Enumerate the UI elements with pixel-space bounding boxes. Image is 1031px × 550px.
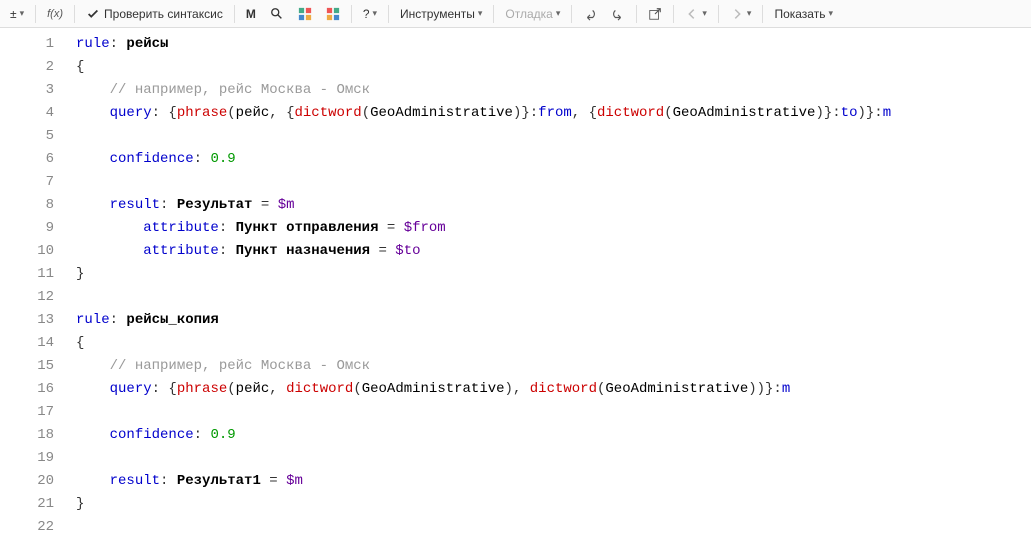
line-number: 20 — [0, 470, 54, 493]
plus-minus-button[interactable]: ±▾ — [4, 3, 30, 25]
line-number: 16 — [0, 378, 54, 401]
code-line[interactable]: } — [76, 493, 1031, 516]
separator — [762, 5, 763, 23]
separator — [388, 5, 389, 23]
grid-color-button-1[interactable] — [292, 3, 318, 25]
code-line[interactable] — [76, 125, 1031, 148]
code-line[interactable]: attribute: Пункт отправления = $from — [76, 217, 1031, 240]
show-label: Показать — [774, 7, 825, 21]
separator — [571, 5, 572, 23]
help-button[interactable]: ?▾ — [357, 3, 383, 25]
show-button[interactable]: Показать▾ — [768, 3, 839, 25]
plus-minus-icon: ± — [10, 7, 17, 21]
line-number: 9 — [0, 217, 54, 240]
code-line[interactable]: confidence: 0.9 — [76, 148, 1031, 171]
code-line[interactable]: } — [76, 263, 1031, 286]
line-number: 19 — [0, 447, 54, 470]
line-number: 4 — [0, 102, 54, 125]
undo-icon — [583, 7, 597, 21]
chevron-down-icon: ▾ — [478, 8, 483, 19]
line-number: 7 — [0, 171, 54, 194]
chevron-down-icon: ▾ — [20, 8, 25, 19]
code-line[interactable]: result: Результат = $m — [76, 194, 1031, 217]
line-number: 18 — [0, 424, 54, 447]
code-line[interactable] — [76, 286, 1031, 309]
separator — [234, 5, 235, 23]
undo-button[interactable] — [577, 3, 603, 25]
debug-label: Отладка — [505, 7, 552, 21]
toolbar: ±▾ f(x) Проверить синтаксис M ?▾ Инструм… — [0, 0, 1031, 28]
separator — [493, 5, 494, 23]
code-line[interactable]: query: {phrase(рейс, {dictword(GeoAdmini… — [76, 102, 1031, 125]
code-line[interactable] — [76, 171, 1031, 194]
check-syntax-button[interactable]: Проверить синтаксис — [80, 3, 229, 25]
code-line[interactable]: query: {phrase(рейс, dictword(GeoAdminis… — [76, 378, 1031, 401]
chevron-down-icon: ▾ — [373, 8, 378, 19]
separator — [74, 5, 75, 23]
line-number: 5 — [0, 125, 54, 148]
chevron-down-icon: ▾ — [556, 8, 561, 19]
grid-icon — [298, 7, 312, 21]
code-line[interactable]: confidence: 0.9 — [76, 424, 1031, 447]
grid-color-button-2[interactable] — [320, 3, 346, 25]
back-button[interactable]: ▾ — [679, 3, 713, 25]
search-icon — [270, 7, 284, 21]
separator — [636, 5, 637, 23]
line-number: 11 — [0, 263, 54, 286]
arrow-right-icon — [730, 7, 744, 21]
line-number: 12 — [0, 286, 54, 309]
code-line[interactable]: { — [76, 332, 1031, 355]
fx-button[interactable]: f(x) — [41, 3, 69, 25]
code-line[interactable]: // например, рейс Москва - Омск — [76, 355, 1031, 378]
code-line[interactable]: result: Результат1 = $m — [76, 470, 1031, 493]
line-gutter: 12345678910111213141516171819202122 — [0, 28, 72, 550]
line-number: 17 — [0, 401, 54, 424]
line-number: 2 — [0, 56, 54, 79]
separator — [718, 5, 719, 23]
code-line[interactable]: { — [76, 56, 1031, 79]
chevron-down-icon: ▾ — [747, 8, 752, 19]
instruments-button[interactable]: Инструменты▾ — [394, 3, 488, 25]
redo-button[interactable] — [605, 3, 631, 25]
code-line[interactable] — [76, 516, 1031, 539]
external-button[interactable] — [642, 3, 668, 25]
m-button[interactable]: M — [240, 3, 262, 25]
code-editor[interactable]: 12345678910111213141516171819202122 rule… — [0, 28, 1031, 550]
line-number: 15 — [0, 355, 54, 378]
debug-button[interactable]: Отладка ▾ — [499, 3, 566, 25]
fx-icon: f(x) — [47, 8, 63, 20]
code-line[interactable] — [76, 401, 1031, 424]
line-number: 8 — [0, 194, 54, 217]
separator — [673, 5, 674, 23]
line-number: 14 — [0, 332, 54, 355]
forward-button[interactable]: ▾ — [724, 3, 758, 25]
instruments-label: Инструменты — [400, 7, 475, 21]
code-line[interactable]: rule: рейсы_копия — [76, 309, 1031, 332]
m-icon: M — [246, 7, 256, 21]
external-link-icon — [648, 7, 662, 21]
code-line[interactable]: // например, рейс Москва - Омск — [76, 79, 1031, 102]
chevron-down-icon: ▾ — [828, 8, 833, 19]
separator — [35, 5, 36, 23]
line-number: 6 — [0, 148, 54, 171]
chevron-down-icon: ▾ — [702, 8, 707, 19]
check-icon — [86, 7, 100, 21]
search-button[interactable] — [264, 3, 290, 25]
line-number: 13 — [0, 309, 54, 332]
code-line[interactable] — [76, 447, 1031, 470]
arrow-left-icon — [685, 7, 699, 21]
line-number: 21 — [0, 493, 54, 516]
redo-icon — [611, 7, 625, 21]
code-line[interactable]: rule: рейсы — [76, 33, 1031, 56]
line-number: 3 — [0, 79, 54, 102]
help-icon: ? — [363, 7, 370, 21]
check-syntax-label: Проверить синтаксис — [104, 7, 223, 21]
line-number: 22 — [0, 516, 54, 539]
code-area[interactable]: rule: рейсы{ // например, рейс Москва - … — [72, 28, 1031, 550]
line-number: 10 — [0, 240, 54, 263]
code-line[interactable]: attribute: Пункт назначения = $to — [76, 240, 1031, 263]
grid-icon — [326, 7, 340, 21]
line-number: 1 — [0, 33, 54, 56]
separator — [351, 5, 352, 23]
